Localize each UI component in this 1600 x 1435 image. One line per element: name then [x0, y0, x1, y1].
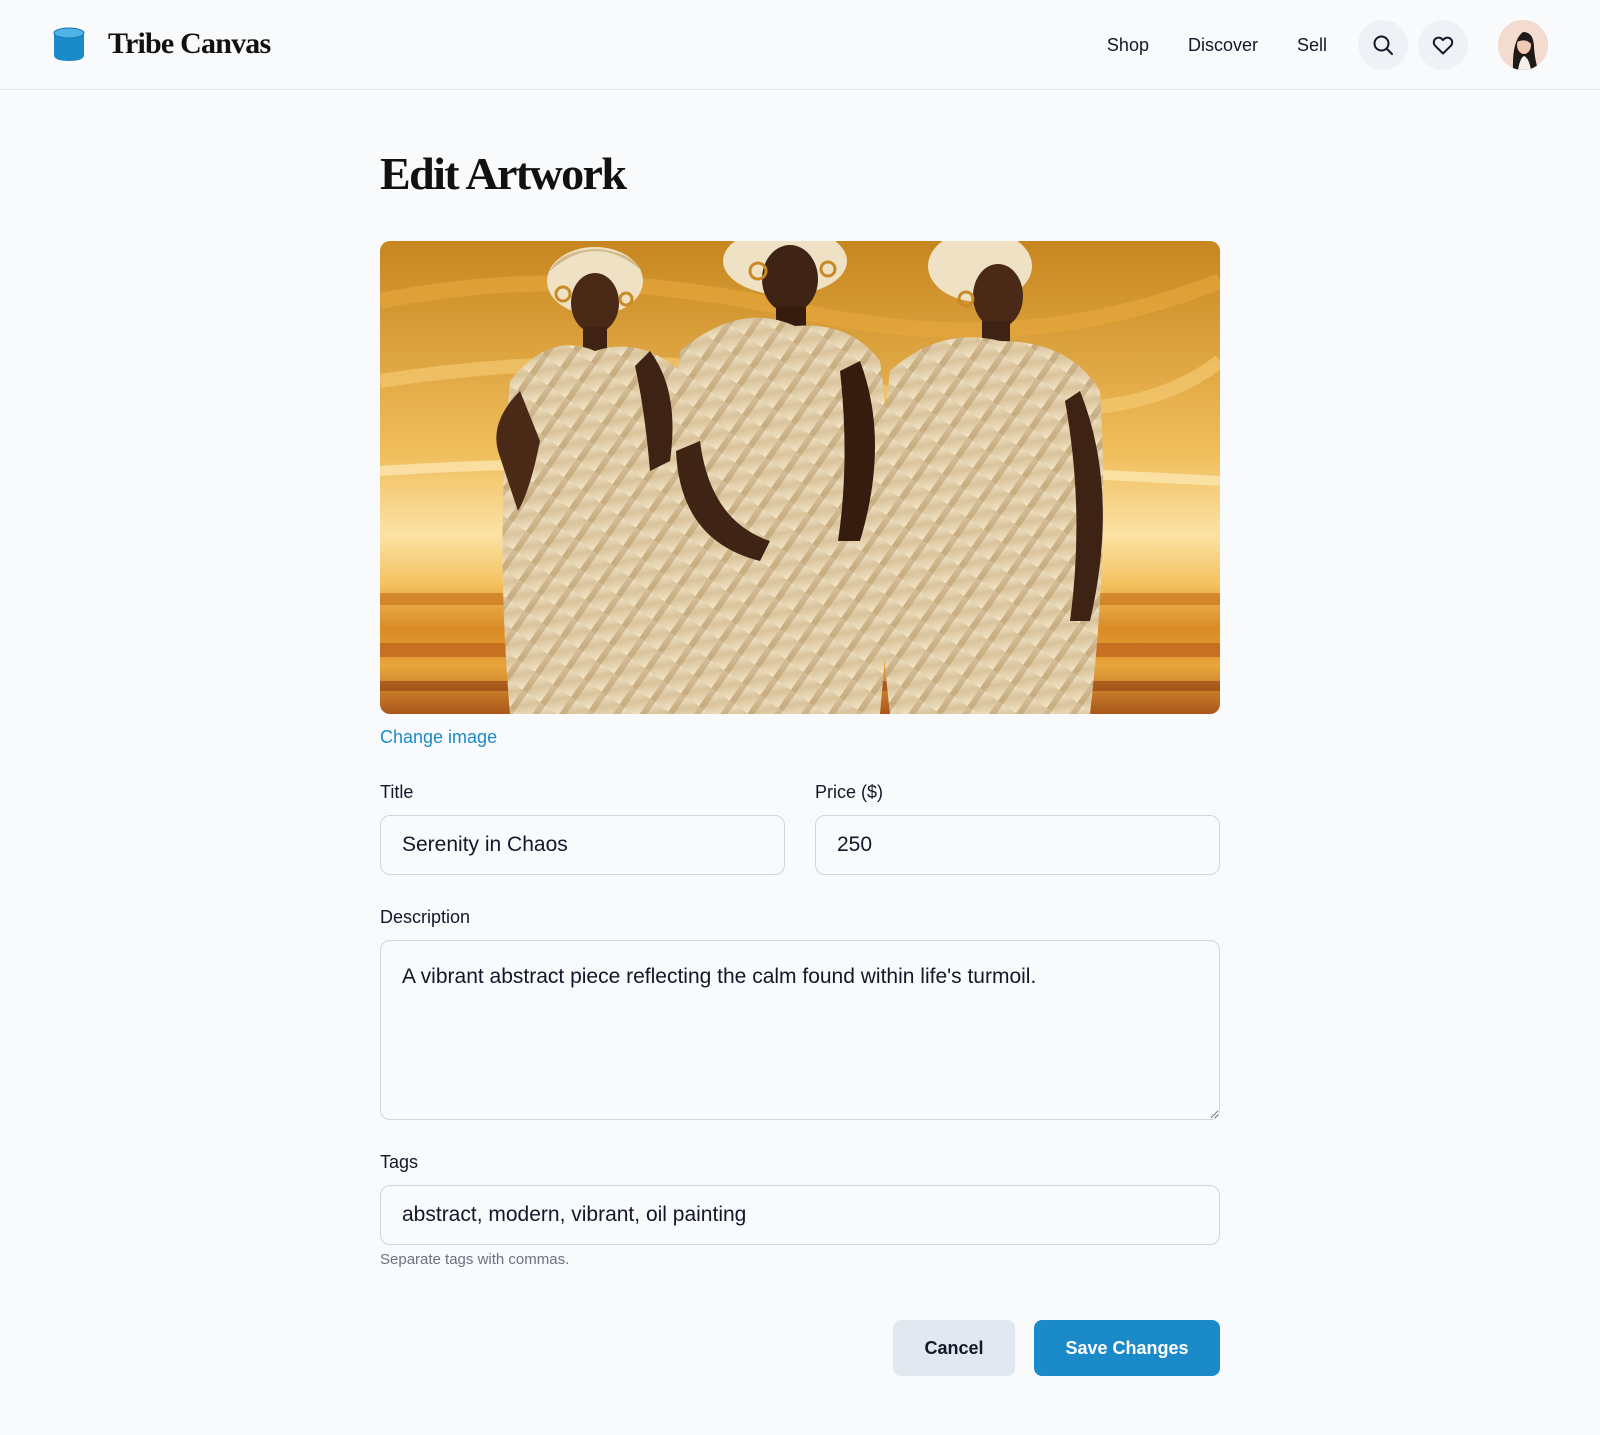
- favorites-button[interactable]: [1418, 20, 1468, 70]
- tags-input[interactable]: [380, 1185, 1220, 1245]
- description-label: Description: [380, 907, 471, 927]
- nav-discover-link[interactable]: Discover: [1188, 20, 1258, 70]
- description-textarea[interactable]: A vibrant abstract piece reflecting the …: [380, 940, 1220, 1120]
- title-input[interactable]: [380, 815, 785, 875]
- cancel-button[interactable]: Cancel: [893, 1320, 1015, 1376]
- price-label: Price ($): [815, 782, 884, 802]
- main-nav: Shop Discover Sell: [1107, 20, 1548, 70]
- artwork-painting: [380, 241, 1220, 714]
- tags-hint: Separate tags with commas.: [380, 1251, 570, 1268]
- change-image-link[interactable]: Change image: [380, 725, 497, 749]
- tags-label: Tags: [380, 1152, 419, 1172]
- nav-sell-link[interactable]: Sell: [1297, 20, 1327, 70]
- search-icon: [1373, 35, 1393, 55]
- cylinder-logo-icon: [53, 27, 85, 61]
- heart-icon: [1432, 36, 1454, 55]
- search-button[interactable]: [1358, 20, 1408, 70]
- title-label: Title: [380, 782, 414, 802]
- user-avatar[interactable]: [1498, 20, 1548, 70]
- brand-logo-link[interactable]: Tribe Canvas: [52, 22, 271, 66]
- artwork-image: [380, 241, 1220, 714]
- save-changes-button[interactable]: Save Changes: [1034, 1320, 1220, 1376]
- price-input[interactable]: [815, 815, 1220, 875]
- nav-shop-link[interactable]: Shop: [1107, 20, 1149, 70]
- page-title: Edit Artwork: [380, 148, 627, 199]
- top-nav-bar: Tribe Canvas Shop Discover Sell: [0, 0, 1600, 90]
- brand-name: Tribe Canvas: [108, 27, 271, 60]
- avatar-image: [1498, 20, 1548, 70]
